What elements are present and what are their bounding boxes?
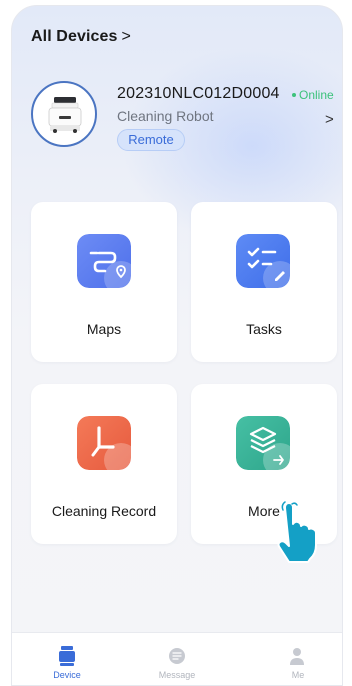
cleaning-record-label: Cleaning Record — [51, 503, 157, 519]
tasks-card[interactable]: Tasks — [191, 202, 337, 362]
status-badge: Online — [292, 88, 334, 102]
clock-icon — [77, 416, 131, 470]
pointer-hand-icon — [277, 501, 317, 563]
all-devices-title: All Devices — [31, 28, 118, 45]
message-icon — [169, 648, 185, 664]
remote-button[interactable]: Remote — [117, 129, 185, 151]
status-text: Online — [299, 88, 334, 102]
chevron-right-icon[interactable]: > — [325, 111, 334, 128]
all-devices-header[interactable]: All Devices > — [31, 28, 131, 46]
map-icon — [77, 234, 131, 288]
maps-card[interactable]: Maps — [31, 202, 177, 362]
device-icon — [59, 646, 75, 666]
layers-icon — [236, 416, 290, 470]
tab-device-label: Device — [53, 670, 81, 680]
tab-message[interactable]: Message — [122, 633, 232, 685]
tab-me[interactable]: Me — [232, 633, 342, 685]
device-model: Cleaning Robot — [117, 108, 214, 124]
tab-message-label: Message — [158, 670, 196, 680]
tasks-label: Tasks — [246, 321, 282, 337]
cleaning-record-card[interactable]: Cleaning Record — [31, 384, 177, 544]
person-icon — [290, 648, 304, 665]
bottom-tab-bar: Device Message Me — [12, 632, 342, 685]
chevron-right-icon: > — [121, 28, 131, 45]
online-dot-icon — [292, 92, 296, 97]
phone-screen: All Devices > 202310NLC012D0004 Online Cl… — [11, 5, 343, 686]
tab-me-label: Me — [291, 670, 305, 680]
device-card[interactable]: 202310NLC012D0004 Online Cleaning Robot … — [31, 81, 341, 151]
cleaning-robot-icon — [48, 97, 82, 133]
task-list-icon — [236, 234, 290, 288]
tab-device[interactable]: Device — [12, 633, 122, 685]
maps-label: Maps — [86, 321, 122, 337]
robot-avatar — [31, 81, 97, 147]
device-serial: 202310NLC012D0004 — [117, 85, 280, 102]
